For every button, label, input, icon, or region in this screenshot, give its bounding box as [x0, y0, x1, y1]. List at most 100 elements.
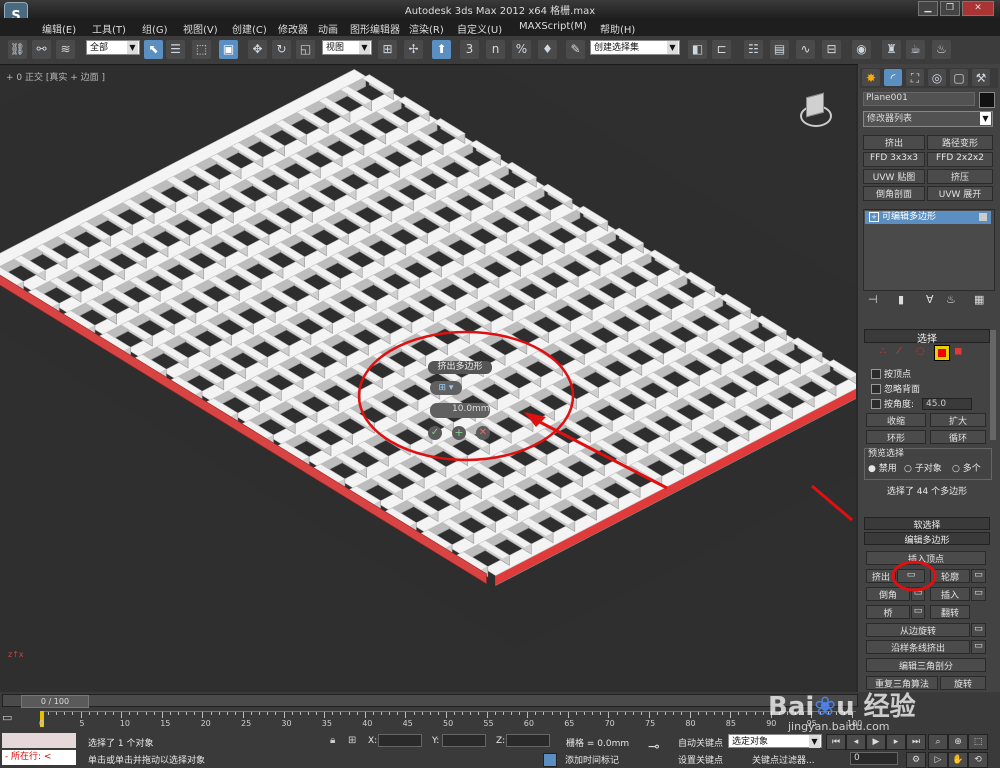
motion-tab-icon[interactable]: ◎ [928, 69, 946, 86]
modifier-path-deform-button[interactable]: 路径变形 [927, 135, 993, 150]
utilities-tab-icon[interactable]: ⚒ [972, 69, 990, 86]
viewport-label[interactable]: + 0 正交 [真实 + 边面 ] [6, 70, 105, 83]
bridge-settings-icon[interactable]: ▭ [911, 605, 925, 619]
align-icon[interactable]: ⊏ [712, 40, 731, 59]
by-angle-checkbox[interactable] [871, 399, 881, 409]
select-by-name-icon[interactable]: ☰ [166, 40, 185, 59]
named-selection-dropdown[interactable]: 创建选择集 ▼ [590, 40, 680, 55]
modifier-list-dropdown[interactable]: 修改器列表 ▼ [863, 111, 993, 127]
graphite-toolbar-icon[interactable]: ▤ [770, 40, 789, 59]
create-tab-icon[interactable]: ✸ [862, 69, 880, 86]
curve-editor-icon[interactable]: ∿ [796, 40, 815, 59]
border-subobject-icon[interactable]: ◌ [916, 346, 925, 357]
render-production-icon[interactable]: ♨ [932, 40, 951, 59]
time-slider[interactable]: 0 / 100 [2, 694, 858, 708]
time-config-icon[interactable]: ⚙ [906, 752, 926, 768]
key-filters-button[interactable]: 关键点过滤器... [752, 753, 815, 766]
extrude-along-spline-button[interactable]: 沿样条线挤出 [866, 640, 970, 654]
pan-icon[interactable]: ✋ [948, 752, 968, 768]
by-vertex-checkbox[interactable] [871, 369, 881, 379]
menu-views[interactable]: 视图(V) [183, 21, 218, 36]
display-tab-icon[interactable]: ▢ [950, 69, 968, 86]
zoom-all-icon[interactable]: ⊕ [948, 734, 968, 750]
schematic-view-icon[interactable]: ⊟ [822, 40, 841, 59]
grow-button[interactable]: 扩大 [930, 413, 986, 427]
caddy-height-value[interactable]: 10.0mm [452, 404, 490, 414]
modifier-squeeze-button[interactable]: 挤压 [927, 169, 993, 184]
panel-scrollbar[interactable] [990, 330, 996, 440]
stack-item-editable-poly[interactable]: + 可编辑多边形 [865, 211, 991, 224]
rendered-frame-icon[interactable]: ☕ [906, 40, 925, 59]
rotate-icon[interactable]: ↻ [272, 40, 291, 59]
bridge-button[interactable]: 桥 [866, 605, 910, 619]
make-unique-icon[interactable]: ∀ [926, 293, 934, 306]
spinner-snap-icon[interactable]: ♦ [538, 40, 557, 59]
render-setup-icon[interactable]: ♜ [882, 40, 901, 59]
edit-polygons-rollout-header[interactable]: 编辑多边形 [864, 532, 990, 546]
mini-curve-editor-icon[interactable]: ▭ [2, 711, 36, 729]
key-mode-dropdown[interactable]: 选定对象 ▼ [728, 734, 822, 748]
caddy-ok-icon[interactable]: ✓ [428, 426, 442, 440]
soft-selection-rollout-header[interactable]: 软选择 [864, 517, 990, 531]
menu-modifiers[interactable]: 修改器 [278, 21, 308, 36]
minimize-icon[interactable]: ▁ [918, 1, 938, 16]
preview-multi-radio[interactable]: ○ 多个 [952, 461, 981, 474]
modifier-uvw-map-button[interactable]: UVW 贴图 [863, 169, 925, 184]
modifier-bevel-profile-button[interactable]: 倒角剖面 [863, 186, 925, 201]
edit-triangulation-button[interactable]: 编辑三角剖分 [866, 658, 986, 672]
object-color-swatch[interactable] [979, 92, 995, 108]
bind-spacewarp-icon[interactable]: ≋ [56, 40, 75, 59]
caddy-type-dropdown[interactable]: ⊞ ▾ [430, 381, 462, 395]
maxscript-listener[interactable] [2, 733, 76, 748]
turn-button[interactable]: 旋转 [940, 676, 986, 690]
menu-graph-editors[interactable]: 图形编辑器 [350, 21, 400, 36]
zoom-icon[interactable]: ⌕ [928, 734, 948, 750]
ref-coord-dropdown[interactable]: 视图 ▼ [322, 40, 372, 55]
outline-settings-icon[interactable]: ▭ [971, 569, 986, 583]
angle-spinner[interactable]: 45.0 [922, 398, 972, 410]
pin-stack-icon[interactable]: ⊣ [868, 293, 878, 306]
zoom-extents-icon[interactable]: ⬚ [968, 734, 988, 750]
menu-rendering[interactable]: 渲染(R) [409, 21, 444, 36]
polygon-subobject-icon[interactable] [934, 345, 950, 361]
menu-create[interactable]: 创建(C) [232, 21, 267, 36]
select-object-icon[interactable]: ⬉ [144, 40, 163, 59]
perspective-viewport[interactable] [0, 66, 856, 692]
configure-sets-icon[interactable]: ▦ [974, 293, 984, 306]
fov-icon[interactable]: ▷ [928, 752, 948, 768]
modify-tab-icon[interactable]: ◜ [884, 69, 902, 86]
keyboard-shortcut-icon[interactable]: ⬆ [432, 40, 451, 59]
loop-button[interactable]: 循环 [930, 430, 986, 444]
ring-button[interactable]: 环形 [866, 430, 926, 444]
inset-settings-icon[interactable]: ▭ [971, 587, 986, 601]
rect-selection-icon[interactable]: ⬚ [192, 40, 211, 59]
extrude-spline-settings-icon[interactable]: ▭ [971, 640, 986, 654]
menu-group[interactable]: 组(G) [142, 21, 168, 36]
add-time-tag-button[interactable]: 添加时间标记 [565, 753, 619, 766]
menu-help[interactable]: 帮助(H) [600, 21, 635, 36]
caddy-height-field[interactable]: 10.0mm [430, 403, 490, 418]
vertex-subobject-icon[interactable]: ∴ [880, 346, 886, 357]
abs-mode-icon[interactable]: ⊞ [348, 735, 356, 746]
hinge-from-edge-button[interactable]: 从边旋转 [866, 623, 970, 637]
layer-manager-icon[interactable]: ☷ [744, 40, 763, 59]
go-to-end-icon[interactable]: ⏭ [906, 734, 926, 750]
window-crossing-icon[interactable]: ▣ [219, 40, 238, 59]
flip-button[interactable]: 翻转 [930, 605, 970, 619]
preview-subobject-radio[interactable]: ○ 子对象 [904, 461, 942, 474]
preview-disabled-radio[interactable]: ● 禁用 [868, 461, 897, 474]
selection-rollout-header[interactable]: 选择 [864, 329, 990, 345]
caddy-apply-icon[interactable]: + [452, 426, 466, 440]
menu-tools[interactable]: 工具(T) [92, 21, 126, 36]
time-slider-thumb[interactable]: 0 / 100 [21, 695, 89, 708]
edge-subobject-icon[interactable]: ⁄ [898, 346, 900, 357]
lock-selection-icon[interactable]: 🔒︎ [330, 735, 335, 746]
material-editor-icon[interactable]: ◉ [852, 40, 871, 59]
shrink-button[interactable]: 收缩 [866, 413, 926, 427]
edit-named-selection-icon[interactable]: ✎ [566, 40, 585, 59]
expand-icon[interactable]: + [869, 212, 879, 222]
modifier-extrude-button[interactable]: 挤出 [863, 135, 925, 150]
move-icon[interactable]: ✥ [248, 40, 267, 59]
y-coord-field[interactable] [442, 734, 486, 747]
modifier-ffd222-button[interactable]: FFD 2x2x2 [927, 152, 993, 167]
